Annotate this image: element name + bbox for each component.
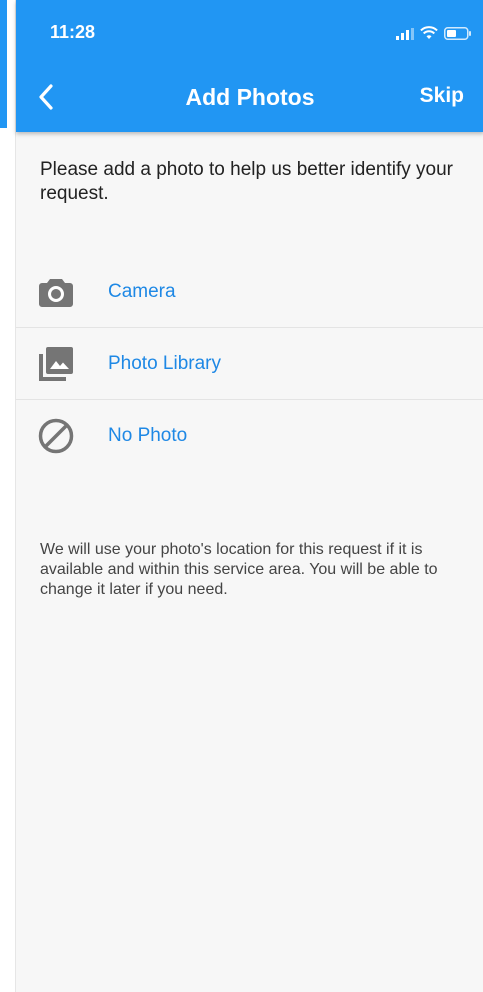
phone-screen: 11:28 Add Photos Skip Please add a photo… [15,0,483,992]
status-bar: 11:28 [16,0,483,66]
camera-option-label: Camera [108,280,176,302]
photo-library-option-label: Photo Library [108,352,222,374]
battery-icon [444,27,471,40]
no-photo-option-label: No Photo [108,424,188,446]
photo-library-icon [38,346,74,382]
navigation-row: Add Photos Skip [16,66,483,128]
photo-library-option[interactable]: Photo Library [16,328,483,400]
location-notice: We will use your photo's location for th… [40,541,438,598]
camera-icon [38,274,74,310]
status-icons [396,26,472,40]
photo-source-list: Camera Photo Library No Photo [16,256,483,471]
prompt-text: Please add a photo to help us better ide… [40,159,453,204]
signal-icon [396,28,414,40]
status-time: 11:28 [50,22,96,42]
wifi-icon [420,26,438,39]
camera-option[interactable]: Camera [16,256,483,328]
no-photo-option[interactable]: No Photo [16,400,483,471]
page-title: Add Photos [185,84,315,110]
skip-button[interactable]: Skip [420,84,464,108]
app-bar: 11:28 Add Photos Skip [16,0,483,132]
no-photo-icon [38,418,74,454]
background-app-edge [0,0,7,128]
